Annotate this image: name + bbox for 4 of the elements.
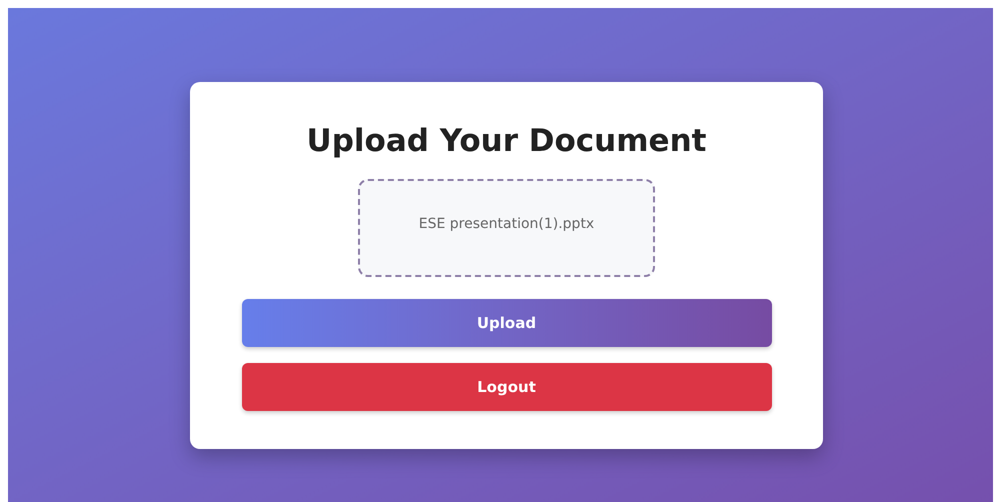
file-dropzone[interactable]: ESE presentation(1).pptx — [358, 179, 655, 277]
logout-button[interactable]: Logout — [242, 363, 772, 411]
upload-button[interactable]: Upload — [242, 299, 772, 347]
card-title: Upload Your Document — [306, 122, 706, 160]
